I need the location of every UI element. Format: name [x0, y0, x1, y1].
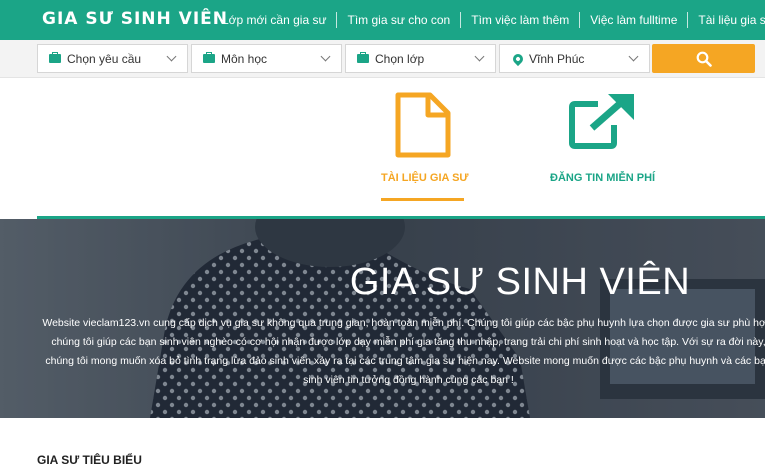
nav-item-tutor-docs[interactable]: Tài liệu gia sư — [687, 12, 765, 28]
hero-title: GIA SƯ SINH VIÊN — [349, 261, 691, 303]
nav-item-part-time-jobs[interactable]: Tìm việc làm thêm — [460, 12, 579, 28]
site-logo[interactable]: GIA SƯ SINH VIÊN — [42, 9, 228, 29]
hero-description: Website vieclam123.vn cung cấp dịch vụ g… — [42, 317, 765, 386]
nav-item-find-tutor[interactable]: Tìm gia sư cho con — [336, 12, 460, 28]
external-link-icon — [569, 94, 634, 149]
hero-banner: GIA SƯ SINH VIÊN Website vieclam123.vn c… — [0, 219, 765, 418]
search-icon — [696, 51, 712, 67]
document-icon — [395, 92, 451, 158]
subject-select[interactable]: Môn học — [191, 44, 342, 73]
chevron-down-icon — [320, 51, 331, 62]
active-tab-indicator — [381, 198, 464, 201]
section-heading: GIA SƯ TIÊU BIỂU — [37, 453, 142, 467]
nav-item-new-classes[interactable]: Lớp mới cần gia sư — [212, 12, 336, 28]
subject-select-value: Môn học — [221, 51, 268, 66]
grade-select[interactable]: Chọn lớp — [345, 44, 496, 73]
search-button[interactable] — [652, 44, 755, 73]
briefcase-icon — [357, 52, 369, 63]
location-select[interactable]: Vĩnh Phúc — [499, 44, 650, 73]
requirement-select-value: Chọn yêu cầu — [67, 51, 142, 66]
requirement-select[interactable]: Chọn yêu cầu — [37, 44, 188, 73]
search-bar: Chọn yêu cầu Môn học Chọn lớp Vĩnh Phúc — [0, 40, 765, 78]
top-navbar: GIA SƯ SINH VIÊN Lớp mới cần gia sư Tìm … — [0, 0, 765, 40]
location-select-value: Vĩnh Phúc — [529, 51, 585, 66]
briefcase-icon — [203, 52, 215, 63]
grade-select-value: Chọn lớp — [375, 51, 425, 66]
location-pin-icon — [510, 51, 526, 66]
feature-docs-label: TÀI LIỆU GIA SƯ — [381, 172, 469, 184]
briefcase-icon — [49, 52, 61, 63]
chevron-down-icon — [474, 51, 485, 62]
chevron-down-icon — [628, 51, 639, 62]
main-nav: Lớp mới cần gia sư Tìm gia sư cho con Tì… — [212, 0, 765, 40]
chevron-down-icon — [166, 51, 177, 62]
nav-item-fulltime-jobs[interactable]: Việc làm fulltime — [579, 12, 687, 28]
feature-post-label: ĐĂNG TIN MIỄN PHÍ — [550, 172, 656, 184]
